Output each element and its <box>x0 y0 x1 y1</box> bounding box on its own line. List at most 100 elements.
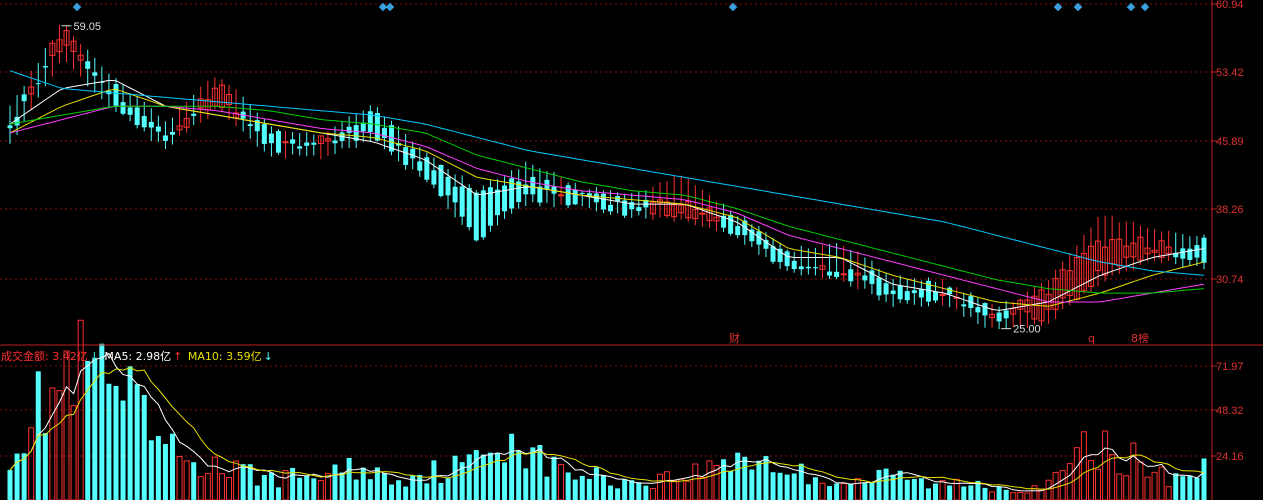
candle-body <box>890 290 896 295</box>
volume-bar <box>1052 471 1059 500</box>
volume-bar <box>629 480 635 500</box>
price-tick-label: 60.94 <box>1216 0 1244 11</box>
volume-bar <box>1158 466 1165 500</box>
volume-bar <box>656 473 663 500</box>
volume-bar <box>742 456 748 500</box>
candle-body <box>162 135 168 141</box>
candle-body <box>473 192 479 241</box>
volume-bar <box>509 433 515 500</box>
volume-bar <box>28 427 35 500</box>
candle-body <box>275 131 281 153</box>
volume-legend: 成交金额: 3.42亿 ↓ MA5: 2.98亿 ↑ MA10: 3.59亿 ↓ <box>1 348 275 364</box>
volume-bar <box>473 450 479 500</box>
volume-tick-label: 48.32 <box>1216 405 1244 417</box>
candle-body <box>191 113 197 116</box>
candle-body <box>169 132 175 135</box>
volume-bar <box>622 479 628 500</box>
candle-body <box>1201 237 1207 263</box>
candle-body <box>332 140 338 144</box>
candle-body <box>876 277 882 296</box>
volume-bar <box>925 488 931 500</box>
volume-bar <box>770 472 776 500</box>
candle-body <box>770 246 776 262</box>
volume-bar <box>7 470 13 500</box>
stock-chart: 60.94 53.42 45.89 38.26 30.74 59.05 25.00 财 … <box>0 0 1263 500</box>
candle-body <box>812 267 818 269</box>
volume-bar <box>1003 489 1009 500</box>
volume-bar <box>1130 442 1137 500</box>
volume-bar <box>572 479 578 500</box>
candle-body <box>735 226 741 236</box>
volume-bar <box>240 464 246 500</box>
volume-bar <box>339 472 345 500</box>
volume-bar <box>1087 460 1094 500</box>
volume-bar <box>1187 475 1193 500</box>
volume-bar <box>530 447 536 500</box>
candle-body <box>148 121 154 128</box>
candle-body <box>834 271 840 277</box>
candle-body <box>290 139 296 144</box>
ma10-label: MA10: 3.59亿 <box>187 350 262 363</box>
volume-bar <box>466 454 472 500</box>
candle-body <box>805 266 811 269</box>
volume-bar <box>664 471 671 500</box>
candle-body <box>862 275 868 281</box>
event-marker: 8榜 <box>1131 331 1149 345</box>
volume-bar <box>939 480 946 500</box>
volume-tick-label: 71.97 <box>1216 361 1244 373</box>
volume-bar <box>113 386 119 500</box>
candle-body <box>579 192 585 194</box>
ma5-label: MA5: 2.98亿 <box>104 350 172 363</box>
amount-label: 成交金额: 3.42亿 <box>1 350 88 363</box>
volume-bar <box>883 468 889 500</box>
volume-bar <box>848 484 854 500</box>
volume-bar <box>99 343 105 500</box>
volume-bar <box>141 394 147 500</box>
volume-bar <box>1024 492 1031 500</box>
ma5-arrow-icon: ↑ <box>173 350 183 363</box>
volume-bar <box>162 444 168 500</box>
volume-bar <box>671 480 678 500</box>
volume-bar <box>756 460 762 500</box>
volume-bar <box>728 470 734 500</box>
event-marker: 财 <box>729 331 740 345</box>
volume-bar <box>233 460 240 500</box>
candle-body <box>918 289 924 298</box>
volume-bar <box>431 460 437 500</box>
volume-bar <box>840 483 847 500</box>
candle-body <box>403 147 409 165</box>
volume-bar <box>692 463 699 500</box>
volume-bar <box>311 478 317 500</box>
ma20-line <box>9 105 1205 303</box>
candle-body <box>247 124 253 127</box>
volume-bar <box>226 476 233 500</box>
ma-lines <box>9 70 1205 311</box>
candle-body <box>120 102 126 114</box>
candle-body <box>848 269 854 282</box>
volume-bar <box>643 485 649 500</box>
candle-body <box>346 126 352 133</box>
volume-bar <box>403 486 409 500</box>
volume-bar <box>1144 476 1151 500</box>
candle-body <box>897 285 903 300</box>
volume-bar <box>735 452 741 500</box>
volume-bar <box>1180 476 1186 500</box>
candle-body <box>784 251 790 267</box>
volume-bar <box>317 480 324 500</box>
volume-bar <box>176 456 183 500</box>
candle-body <box>840 273 847 276</box>
volume-bar <box>367 479 373 500</box>
volume-bar <box>42 433 48 500</box>
candle-body <box>558 194 565 197</box>
candle-body <box>572 189 578 205</box>
candle-body <box>417 161 423 171</box>
volume-bar <box>268 472 274 500</box>
volume-bar <box>749 469 755 500</box>
candle-body <box>911 290 917 294</box>
candle-body <box>982 303 988 316</box>
candles <box>7 24 1207 330</box>
volume-bar <box>827 486 833 500</box>
volume-bar <box>332 464 338 500</box>
volume-bar <box>261 474 267 500</box>
volume-bar <box>1095 468 1102 500</box>
